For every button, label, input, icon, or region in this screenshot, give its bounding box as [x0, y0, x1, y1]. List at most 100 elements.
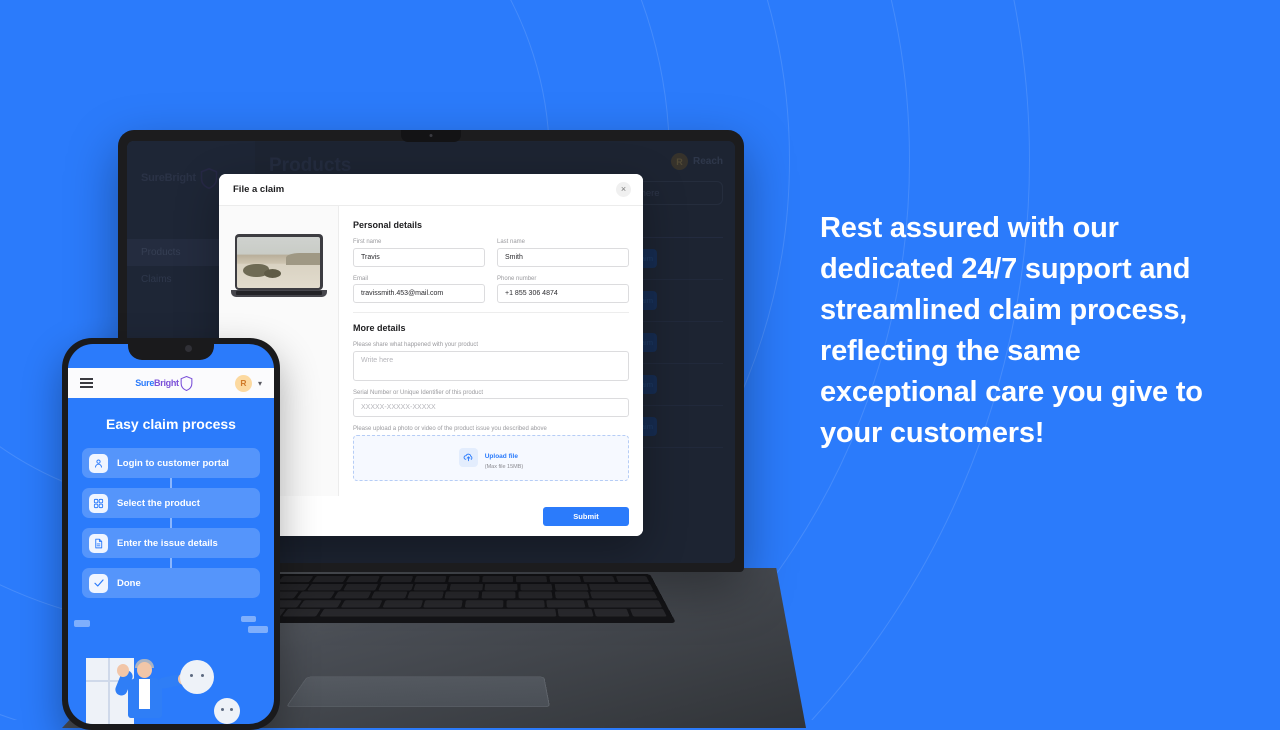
key — [413, 583, 449, 591]
marketing-headline: Rest assured with our dedicated 24/7 sup… — [820, 212, 1203, 449]
key — [379, 576, 414, 583]
file-claim-modal: File a claim × Personal details First na… — [219, 174, 643, 536]
key — [407, 591, 444, 599]
close-icon[interactable]: × — [616, 182, 631, 197]
chat-bubble — [74, 620, 90, 627]
support-illustration — [68, 608, 274, 724]
key — [340, 599, 383, 608]
phone-heading: Easy claim process — [106, 416, 236, 432]
chat-bubble — [248, 626, 268, 633]
key — [378, 583, 414, 591]
key-return — [590, 591, 658, 599]
description-label: Please share what happened with your pro… — [353, 342, 479, 348]
upload-hint: (Max file 15MB) — [484, 464, 524, 471]
key — [333, 591, 372, 599]
key — [447, 576, 481, 583]
person-hand-left — [117, 664, 129, 677]
claim-form: Personal details First name Travis Last … — [339, 206, 643, 496]
personal-details-title: Personal details — [353, 220, 423, 230]
step-login[interactable]: Login to customer portal — [82, 448, 260, 478]
step-issue-details[interactable]: Enter the issue details — [82, 528, 260, 558]
key-command — [282, 608, 322, 617]
key — [518, 591, 553, 599]
first-name-input[interactable]: Travis — [353, 247, 485, 267]
document-icon — [89, 533, 108, 553]
key — [481, 576, 514, 583]
serial-field: Serial Number or Unique Identifier of th… — [353, 389, 629, 417]
webcam-notch — [401, 130, 461, 142]
modal-body: Personal details First name Travis Last … — [219, 206, 643, 496]
phone-mockup: SureBright R ▾ Easy claim process Login … — [62, 338, 280, 730]
key — [423, 599, 464, 608]
key — [548, 576, 582, 583]
modal-title: File a claim — [233, 184, 285, 195]
window-mullion — [108, 658, 110, 724]
step-done[interactable]: Done — [82, 568, 260, 598]
key — [277, 576, 314, 583]
step-label: Login to customer portal — [117, 457, 229, 469]
menu-icon[interactable] — [80, 378, 93, 388]
phone-screen: SureBright R ▾ Easy claim process Login … — [68, 344, 274, 724]
phone-field: Phone number +1 855 306 4874 — [497, 275, 629, 303]
key — [370, 591, 408, 599]
upload-text-group: Upload file (Max file 15MB) — [485, 445, 524, 471]
email-field: Email travissmith.453@mail.com — [353, 276, 485, 303]
step-connector — [170, 558, 172, 568]
key — [345, 576, 381, 583]
check-icon — [89, 573, 108, 593]
key — [464, 599, 504, 608]
key — [515, 576, 548, 583]
cloud-upload-icon — [458, 448, 478, 467]
description-textarea[interactable]: Write here — [353, 350, 629, 381]
description-field: Please share what happened with your pro… — [353, 342, 629, 381]
more-details-title: More details — [353, 323, 406, 333]
phone-input[interactable]: +1 855 306 4874 — [497, 284, 629, 303]
person-shirt — [139, 679, 150, 709]
smiley-eye — [221, 708, 224, 711]
key-option — [593, 608, 630, 617]
key — [506, 599, 545, 608]
key — [382, 599, 423, 608]
email-input[interactable]: travissmith.453@mail.com — [353, 284, 485, 303]
smiley-face-small — [214, 698, 240, 724]
key — [519, 583, 553, 591]
step-select-product[interactable]: Select the product — [82, 488, 260, 518]
modal-footer: Submit — [219, 496, 643, 536]
submit-button[interactable]: Submit — [543, 506, 629, 526]
last-name-field: Last name Smith — [497, 239, 629, 267]
trackpad — [285, 676, 551, 707]
key — [615, 576, 650, 583]
upload-link[interactable]: Upload file — [485, 453, 518, 460]
chat-bubble — [241, 616, 256, 622]
product-image — [230, 234, 327, 297]
phone-account-group[interactable]: R ▾ — [234, 374, 262, 392]
phone-app-bar: SureBright R ▾ — [68, 368, 274, 398]
brand-part-1: Sure — [135, 378, 155, 388]
key — [413, 576, 447, 583]
upload-label: Please upload a photo or video of the pr… — [353, 426, 547, 432]
key — [481, 591, 516, 599]
wallpaper-cliff — [286, 252, 320, 265]
person-illustration — [113, 654, 190, 724]
key — [444, 591, 480, 599]
key — [296, 591, 336, 599]
key — [449, 583, 483, 591]
phone-label: Phone number — [497, 275, 537, 282]
serial-input[interactable]: XXXXX-XXXXX-XXXXX — [353, 398, 629, 417]
modal-header: File a claim × — [219, 174, 643, 206]
key — [546, 599, 586, 608]
upload-dropzone[interactable]: Upload file (Max file 15MB) — [353, 434, 629, 481]
smiley-face-large — [180, 660, 214, 694]
key — [307, 583, 345, 591]
last-name-input[interactable]: Smith — [497, 247, 629, 267]
last-name-label: Last name — [497, 239, 526, 245]
serial-label: Serial Number or Unique Identifier of th… — [353, 389, 484, 396]
key — [484, 583, 518, 591]
phone-notch — [128, 338, 214, 360]
key-arrow — [629, 608, 667, 617]
claim-steps-list: Login to customer portal Select the prod… — [68, 448, 274, 598]
key — [554, 583, 589, 591]
key — [554, 591, 590, 599]
chevron-down-icon[interactable]: ▾ — [258, 379, 262, 388]
step-connector — [170, 478, 172, 488]
